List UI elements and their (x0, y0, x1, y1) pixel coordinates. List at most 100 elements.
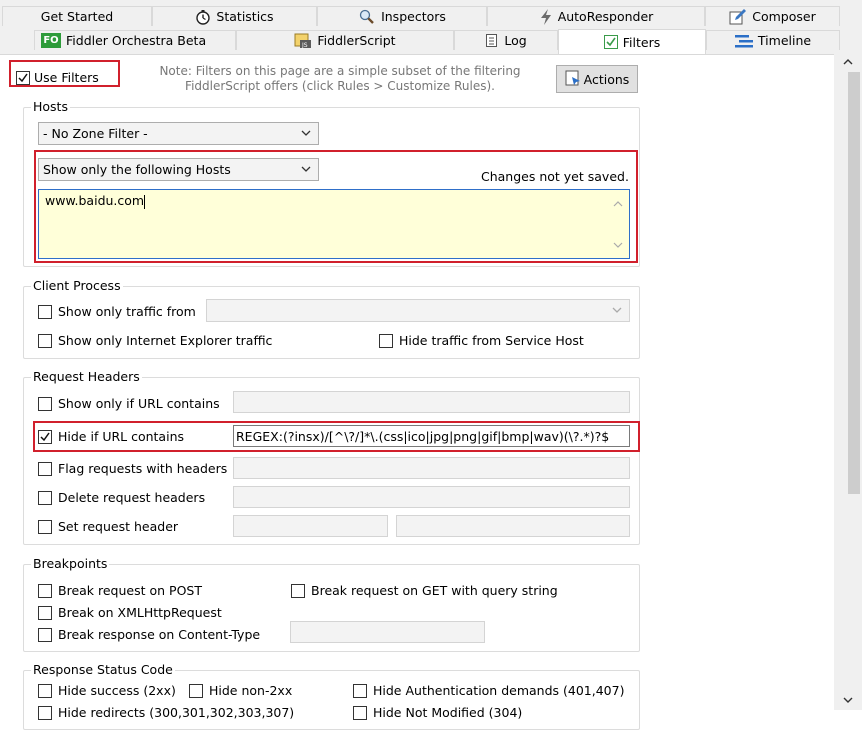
checkbox-unchecked-icon (189, 683, 203, 698)
set-header-label: Set request header (58, 519, 179, 534)
fiddler-orchestra-icon: FO (41, 33, 61, 48)
flag-requests-label: Flag requests with headers (58, 461, 228, 476)
request-headers-legend: Request Headers (31, 369, 142, 384)
tab-timeline[interactable]: Timeline (706, 30, 840, 50)
show-if-url-input[interactable] (233, 391, 630, 413)
set-header-value-input[interactable] (396, 515, 630, 537)
note-line-2: FiddlerScript offers (click Rules > Cust… (185, 79, 495, 93)
show-only-traffic-from-label: Show only traffic from (58, 304, 196, 319)
svg-text:JS: JS (301, 42, 308, 49)
tab-label: FiddlerScript (317, 33, 396, 48)
tab-autoresponder[interactable]: AutoResponder (487, 6, 705, 26)
scrollbar-thumb[interactable] (848, 72, 860, 494)
chevron-down-icon (300, 163, 312, 178)
hide-auth-checkbox[interactable]: Hide Authentication demands (401,407) (353, 683, 624, 698)
response-status-legend: Response Status Code (31, 662, 175, 677)
scroll-up-icon[interactable] (613, 196, 623, 211)
show-only-traffic-from-checkbox[interactable]: Show only traffic from (38, 304, 196, 319)
hosts-list-textarea[interactable]: www.baidu.com (38, 189, 630, 259)
scroll-down-icon[interactable] (838, 694, 858, 708)
checkbox-unchecked-icon (38, 519, 52, 534)
tab-label: AutoResponder (557, 9, 654, 24)
hide-success-label: Hide success (2xx) (58, 683, 176, 698)
break-post-checkbox[interactable]: Break request on POST (38, 583, 202, 598)
break-content-type-checkbox[interactable]: Break response on Content-Type (38, 627, 260, 642)
checkbox-checked-icon (603, 35, 618, 49)
hide-if-url-value: REGEX:(?insx)/[^\?/]*\.(css|ico|jpg|png|… (236, 428, 610, 444)
hide-not-modified-checkbox[interactable]: Hide Not Modified (304) (353, 705, 522, 720)
tab-label: Log (504, 33, 527, 48)
checkbox-unchecked-icon (38, 705, 52, 720)
text-cursor (144, 194, 146, 209)
break-get-qs-checkbox[interactable]: Break request on GET with query string (291, 583, 558, 598)
hide-non2xx-label: Hide non-2xx (209, 683, 293, 698)
checkbox-unchecked-icon (38, 605, 52, 620)
tab-composer[interactable]: Composer (705, 6, 840, 26)
flag-requests-checkbox[interactable]: Flag requests with headers (38, 461, 227, 476)
content-type-input[interactable] (290, 621, 485, 643)
scroll-down-icon[interactable] (613, 237, 623, 252)
scroll-up-icon[interactable] (838, 56, 858, 70)
set-header-name-input[interactable] (233, 515, 388, 537)
break-xhr-label: Break on XMLHttpRequest (58, 605, 222, 620)
tab-statistics[interactable]: Statistics (152, 6, 317, 26)
checkbox-checked-icon (38, 429, 52, 444)
hosts-legend: Hosts (31, 99, 70, 114)
filters-note: Note: Filters on this page are a simple … (140, 64, 540, 94)
checkbox-unchecked-icon (291, 583, 305, 598)
stopwatch-icon (195, 9, 211, 25)
script-js-icon: JS (294, 33, 312, 49)
tab-label: Timeline (757, 33, 812, 48)
break-post-label: Break request on POST (58, 583, 202, 598)
process-dropdown[interactable] (206, 299, 630, 322)
tab-label: Fiddler Orchestra Beta (66, 33, 207, 48)
hide-auth-label: Hide Authentication demands (401,407) (373, 683, 625, 698)
checkbox-unchecked-icon (38, 583, 52, 598)
delete-headers-checkbox[interactable]: Delete request headers (38, 490, 205, 505)
tab-fiddlerscript[interactable]: JS FiddlerScript (236, 30, 454, 50)
tab-label: Composer (752, 9, 816, 24)
tab-label: Filters (622, 34, 661, 50)
client-process-legend: Client Process (31, 278, 123, 293)
set-header-checkbox[interactable]: Set request header (38, 519, 178, 534)
hide-non2xx-checkbox[interactable]: Hide non-2xx (189, 683, 292, 698)
flag-requests-input[interactable] (233, 457, 630, 479)
checkbox-unchecked-icon (38, 683, 52, 698)
tab-log[interactable]: Log (454, 30, 558, 50)
checkbox-unchecked-icon (38, 461, 52, 476)
actions-icon (565, 70, 581, 89)
tab-fiddler-orchestra[interactable]: FO Fiddler Orchestra Beta (34, 30, 236, 50)
checkbox-unchecked-icon (353, 683, 367, 698)
show-only-ie-label: Show only Internet Explorer traffic (58, 333, 273, 348)
checkbox-checked-icon (16, 70, 30, 85)
client-process-group (23, 286, 640, 359)
tab-inspectors[interactable]: Inspectors (317, 6, 487, 26)
hide-if-url-checkbox[interactable]: Hide if URL contains (38, 429, 184, 444)
note-line-1: Note: Filters on this page are a simple … (159, 64, 521, 78)
zone-filter-dropdown[interactable]: - No Zone Filter - (38, 122, 319, 145)
break-content-type-label: Break response on Content-Type (58, 627, 261, 642)
hide-redirects-checkbox[interactable]: Hide redirects (300,301,302,303,307) (38, 705, 294, 720)
hide-if-url-input[interactable]: REGEX:(?insx)/[^\?/]*\.(css|ico|jpg|png|… (233, 425, 630, 447)
show-only-ie-checkbox[interactable]: Show only Internet Explorer traffic (38, 333, 272, 348)
delete-headers-input[interactable] (233, 486, 630, 508)
tab-get-started[interactable]: Get Started (2, 6, 152, 26)
show-if-url-checkbox[interactable]: Show only if URL contains (38, 396, 220, 411)
hosts-status-text: Changes not yet saved. (481, 169, 629, 184)
show-if-url-label: Show only if URL contains (58, 396, 220, 411)
break-get-qs-label: Break request on GET with query string (311, 583, 558, 598)
hide-not-modified-label: Hide Not Modified (304) (373, 705, 523, 720)
use-filters-checkbox[interactable]: Use Filters (16, 70, 99, 85)
document-list-icon (485, 33, 499, 49)
break-xhr-checkbox[interactable]: Break on XMLHttpRequest (38, 605, 222, 620)
tab-label: Get Started (40, 9, 114, 24)
magnifier-icon (358, 9, 376, 25)
hide-success-checkbox[interactable]: Hide success (2xx) (38, 683, 176, 698)
checkbox-unchecked-icon (379, 333, 393, 348)
host-filter-dropdown[interactable]: Show only the following Hosts (38, 158, 319, 181)
tab-filters[interactable]: Filters (558, 29, 706, 54)
host-filter-value: Show only the following Hosts (43, 162, 231, 177)
actions-button[interactable]: Actions (556, 65, 638, 93)
checkbox-unchecked-icon (38, 490, 52, 505)
hide-service-host-checkbox[interactable]: Hide traffic from Service Host (379, 333, 584, 348)
